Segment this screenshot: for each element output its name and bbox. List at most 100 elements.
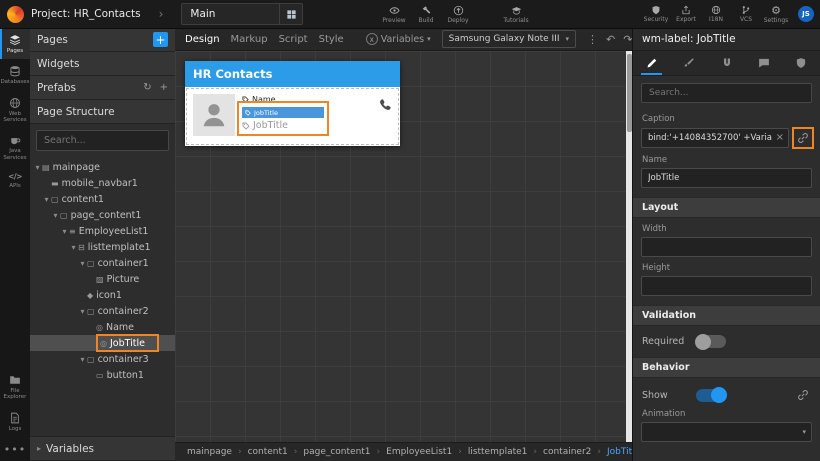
vcs-button[interactable]: VCS <box>732 0 760 28</box>
security-button[interactable]: Security <box>642 0 670 28</box>
show-bind-link-icon[interactable] <box>795 387 811 403</box>
mobile-page-header[interactable]: HR Contacts <box>185 61 400 87</box>
jobtitle-widget-tag: JobTitle <box>254 108 278 117</box>
animation-select[interactable]: ▾ <box>641 422 812 442</box>
bind-link-icon[interactable] <box>795 130 811 146</box>
deploy-button[interactable]: Deploy <box>444 0 472 28</box>
rail-item-more[interactable]: ••• <box>0 437 30 461</box>
tree-item-icon1[interactable]: ◆ icon1 <box>30 287 175 303</box>
tab-markup[interactable]: Markup <box>231 34 268 45</box>
build-button[interactable]: Build <box>412 0 440 28</box>
tree-item-jobtitle-selected[interactable]: ◎ JobTitle <box>30 334 175 352</box>
section-page-structure[interactable]: Page Structure <box>30 100 175 124</box>
add-page-button[interactable]: + <box>153 32 168 47</box>
section-widgets[interactable]: Widgets <box>30 52 175 76</box>
chevron-down-icon[interactable]: ▾ <box>78 259 87 268</box>
i18n-button[interactable]: I18N <box>702 0 730 28</box>
container-icon: ▢ <box>87 306 95 316</box>
tab-security[interactable] <box>783 51 820 75</box>
breadcrumb-mainpage[interactable]: mainpage <box>187 447 232 457</box>
chevron-down-icon[interactable]: ▾ <box>69 243 78 252</box>
tree-item-container3[interactable]: ▾ ▢ container3 <box>30 351 175 367</box>
chevron-down-icon[interactable]: ▾ <box>78 355 87 364</box>
tab-bindings[interactable] <box>708 51 745 75</box>
name-input[interactable] <box>646 172 807 184</box>
breadcrumb-content1[interactable]: content1 <box>248 447 288 457</box>
rail-item-web-services[interactable]: Web Services <box>0 91 30 129</box>
user-avatar[interactable]: JS <box>798 6 814 22</box>
add-prefab-icon[interactable]: + <box>160 82 168 93</box>
security-label: Security <box>643 16 669 23</box>
rail-item-pages[interactable]: Pages <box>0 28 30 60</box>
tree-item-button1[interactable]: ▭ button1 <box>30 367 175 383</box>
tab-styles[interactable] <box>670 51 707 75</box>
undo-icon[interactable]: ↶ <box>606 34 615 45</box>
tree-item-page-content1[interactable]: ▾ ▢ page_content1 <box>30 207 175 223</box>
caption-input[interactable] <box>646 132 774 144</box>
preview-button[interactable]: Preview <box>380 0 408 28</box>
settings-button[interactable]: ⚙ Settings <box>762 0 790 28</box>
jobtitle-caption[interactable]: JobTitle <box>242 120 338 131</box>
tab-design[interactable]: Design <box>185 34 220 45</box>
canvas-area: Design Markup Script Style x Variables ▾… <box>175 28 633 461</box>
breadcrumb-container2[interactable]: container2 <box>543 447 591 457</box>
jobtitle-widget-selected[interactable]: JobTitle <box>242 107 324 118</box>
tutorials-button[interactable]: Tutorials <box>502 0 530 28</box>
clear-icon[interactable]: × <box>776 133 784 143</box>
tree-item-mobile-navbar1[interactable]: ▬ mobile_navbar1 <box>30 175 175 191</box>
section-pages[interactable]: Pages + <box>30 28 175 52</box>
picture-icon: ▨ <box>96 274 104 284</box>
tree-label: container3 <box>97 353 149 365</box>
breadcrumb-employeelist1[interactable]: EmployeeList1 <box>386 447 452 457</box>
list-item-template[interactable]: Name JobTitle JobTitle <box>186 88 399 145</box>
page-selector[interactable]: Main <box>181 3 304 25</box>
tab-properties[interactable] <box>633 51 670 75</box>
tab-comments[interactable] <box>745 51 782 75</box>
export-button[interactable]: Export <box>672 0 700 28</box>
tree-item-container1[interactable]: ▾ ▢ container1 <box>30 255 175 271</box>
tree-item-employeelist1[interactable]: ▾ ≡ EmployeeList1 <box>30 223 175 239</box>
refresh-icon[interactable]: ↻ <box>143 82 151 93</box>
rail-item-databases[interactable]: Databases <box>0 59 30 90</box>
rail-item-java-services[interactable]: Java Services <box>0 128 30 166</box>
height-input[interactable] <box>646 280 807 292</box>
chevron-down-icon[interactable]: ▾ <box>51 211 60 220</box>
breadcrumb-page-content1[interactable]: page_content1 <box>303 447 370 457</box>
variables-menu[interactable]: x Variables ▾ <box>365 33 431 45</box>
rail-item-file-explorer[interactable]: File Explorer <box>0 368 30 406</box>
name-label-widget[interactable]: Name <box>242 94 338 105</box>
rail-item-apis[interactable]: </> APIs <box>0 166 30 194</box>
chevron-down-icon[interactable]: ▾ <box>78 307 87 316</box>
tree-item-listtemplate1[interactable]: ▾ ⊟ listtemplate1 <box>30 239 175 255</box>
deploy-icon <box>453 5 464 16</box>
show-toggle[interactable] <box>696 387 727 403</box>
section-variables[interactable]: ▸ Variables <box>30 436 175 461</box>
tree-item-content1[interactable]: ▾ ▢ content1 <box>30 191 175 207</box>
width-input[interactable] <box>646 241 807 253</box>
tab-script[interactable]: Script <box>279 34 308 45</box>
page-switcher-grid-icon[interactable] <box>279 4 302 24</box>
tab-style[interactable]: Style <box>319 34 344 45</box>
required-toggle[interactable] <box>695 333 726 350</box>
picture-widget[interactable] <box>193 94 235 136</box>
breadcrumb-listtemplate1[interactable]: listtemplate1 <box>468 447 528 457</box>
wavemaker-logo-icon[interactable] <box>7 5 24 23</box>
phone-icon[interactable] <box>378 98 392 112</box>
graduation-cap-icon <box>511 5 522 16</box>
device-selector-value: Samsung Galaxy Note III <box>448 34 560 44</box>
section-prefabs[interactable]: Prefabs ↻ + <box>30 76 175 100</box>
tree-item-picture[interactable]: ▨ Picture <box>30 271 175 287</box>
tree-item-name[interactable]: ◎ Name <box>30 319 175 335</box>
tree-item-mainpage[interactable]: ▾ ▤ mainpage <box>30 159 175 175</box>
tree-item-container2[interactable]: ▾ ▢ container2 <box>30 303 175 319</box>
properties-search-input[interactable] <box>647 87 806 99</box>
design-canvas[interactable]: HR Contacts Name JobTitle JobTitle <box>175 51 633 442</box>
rail-item-logs[interactable]: Logs <box>0 406 30 437</box>
chevron-down-icon[interactable]: ▾ <box>42 195 51 204</box>
device-selector[interactable]: Samsung Galaxy Note III ▾ <box>441 30 576 48</box>
chevron-right-icon: › <box>293 447 298 457</box>
more-vertical-icon[interactable]: ⋮ <box>587 34 598 45</box>
chevron-down-icon[interactable]: ▾ <box>60 227 69 236</box>
structure-search-input[interactable] <box>42 134 163 147</box>
chevron-down-icon[interactable]: ▾ <box>33 163 42 172</box>
